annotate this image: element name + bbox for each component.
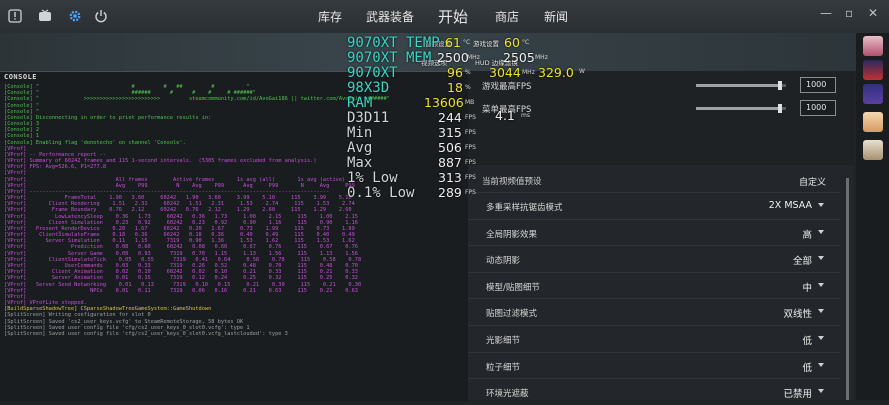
video-preset-value[interactable]: 自定义 xyxy=(799,175,826,188)
chevron-down-icon[interactable] xyxy=(818,362,824,367)
gear-icon[interactable] xyxy=(66,7,84,25)
chevron-down-icon[interactable] xyxy=(818,336,824,340)
chevron-down-icon[interactable] xyxy=(818,229,824,234)
video-preset-label: 当前视频值预设 xyxy=(482,177,542,187)
avatar[interactable] xyxy=(863,84,883,104)
max-fps-menu-label: 菜单最高FPS xyxy=(482,105,532,115)
setting-value[interactable]: 双线性 xyxy=(783,306,812,320)
top-navigation-bar: 库存 武器装备 开始 商店 新闻 — ▫ ✕ xyxy=(0,0,889,34)
setting-value[interactable]: 已禁用 xyxy=(783,386,812,400)
friends-list xyxy=(856,33,889,400)
max-fps-game-label: 游戏最高FPS xyxy=(482,82,532,92)
console-line: [SplitScreen] Saved user config file 'cf… xyxy=(4,330,288,337)
setting-value[interactable]: 2X MSAA xyxy=(769,200,812,211)
nav-store[interactable]: 商店 xyxy=(495,8,519,25)
nav-inventory[interactable]: 库存 xyxy=(318,8,342,25)
settings-row[interactable]: 动态阴影 全部 xyxy=(468,245,840,272)
console-output: [Console] " # # ## # " [Console] " ######… xyxy=(4,84,466,337)
setting-label: 多重采样抗锯齿模式 xyxy=(486,203,563,213)
avatar[interactable] xyxy=(863,60,883,80)
setting-value[interactable]: 中 xyxy=(802,280,812,294)
settings-row[interactable]: 模型/贴图细节 中 xyxy=(468,271,840,299)
max-fps-menu-input[interactable]: 1000 xyxy=(800,100,836,116)
setting-label: 光影细节 xyxy=(486,336,521,346)
setting-label: 全局阴影效果 xyxy=(486,229,538,240)
game-background xyxy=(0,33,889,71)
setting-value[interactable]: 低 xyxy=(802,333,812,347)
setting-label: 模型/贴图细节 xyxy=(486,282,540,293)
avatar[interactable] xyxy=(863,36,883,56)
settings-row[interactable]: 贴图过滤模式 双线性 xyxy=(468,298,840,325)
max-fps-game-input[interactable]: 1000 xyxy=(800,77,836,93)
settings-row[interactable]: 全局阴影效果 高 xyxy=(468,218,840,246)
chevron-down-icon[interactable] xyxy=(818,256,824,261)
setting-value[interactable]: 全部 xyxy=(793,253,812,267)
max-fps-game-slider[interactable] xyxy=(696,81,786,90)
nav-news[interactable]: 新闻 xyxy=(544,8,568,25)
chevron-down-icon[interactable] xyxy=(818,309,824,314)
minimize-icon[interactable]: — xyxy=(820,6,832,20)
chevron-down-icon[interactable] xyxy=(818,282,824,287)
setting-label: 动态阴影 xyxy=(486,256,521,267)
settings-row[interactable]: 环境光遮蔽 已禁用 xyxy=(468,378,840,405)
setting-value[interactable]: 低 xyxy=(802,360,812,374)
setting-value[interactable]: 高 xyxy=(802,227,812,241)
close-icon[interactable]: ✕ xyxy=(868,6,878,20)
power-icon[interactable] xyxy=(92,7,110,25)
setting-label: 粒子细节 xyxy=(486,362,521,373)
avatar[interactable] xyxy=(863,140,883,160)
video-settings-panel: 游戏最高FPS 1000 菜单最高FPS 1000 当前视频值预设 自定义 多重… xyxy=(468,71,854,400)
exclamation-icon[interactable] xyxy=(6,7,24,25)
chevron-down-icon[interactable] xyxy=(818,203,824,207)
nav-play[interactable]: 开始 xyxy=(438,6,468,27)
settings-row[interactable]: 粒子细节 低 xyxy=(468,351,840,379)
setting-label: 贴图过滤模式 xyxy=(486,309,538,320)
settings-scrollbar[interactable] xyxy=(846,178,849,400)
chevron-down-icon[interactable] xyxy=(818,389,824,394)
setting-label: 环境光遮蔽 xyxy=(486,389,529,400)
avatar[interactable] xyxy=(863,112,883,132)
nav-loadout[interactable]: 武器装备 xyxy=(366,8,414,25)
console-title: CONSOLE xyxy=(4,73,38,81)
console-window[interactable]: CONSOLE [Console] " # # ## # " [Console] … xyxy=(0,71,468,401)
settings-row[interactable]: 光影细节 低 xyxy=(468,325,840,352)
max-fps-menu-slider[interactable] xyxy=(696,104,786,113)
tv-icon[interactable] xyxy=(36,7,54,25)
restore-icon[interactable]: ▫ xyxy=(845,6,853,20)
settings-row[interactable]: 多重采样抗锯齿模式 2X MSAA xyxy=(468,192,840,219)
